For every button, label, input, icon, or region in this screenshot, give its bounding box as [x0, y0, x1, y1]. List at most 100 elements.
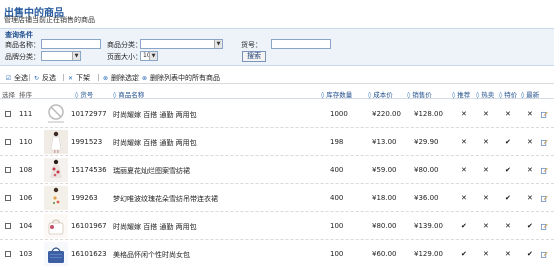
pagesize-select[interactable]: 10 ▼ — [140, 51, 158, 61]
unshelve-button[interactable]: ✕ 下架 — [67, 73, 90, 83]
sort-icon: ◊ — [368, 91, 372, 99]
row-price: ¥129.00 — [414, 250, 443, 258]
special-close-icon[interactable]: ✕ — [505, 251, 511, 258]
row-checkbox[interactable] — [5, 167, 11, 173]
special-close-icon[interactable]: ✕ — [505, 111, 511, 118]
hot-close-icon[interactable]: ✕ — [483, 139, 489, 146]
special-check-icon[interactable]: ✔ — [505, 167, 511, 174]
row-stock: 198 — [330, 138, 344, 146]
delete-icon: ⊗ — [102, 74, 109, 82]
product-thumbnail[interactable] — [44, 102, 68, 126]
recommend-check-icon[interactable]: ✔ — [461, 223, 467, 230]
new-close-icon[interactable]: ✕ — [527, 167, 533, 174]
col-name-label: 商品名称 — [118, 91, 145, 99]
edit-icon[interactable] — [541, 167, 548, 174]
hot-close-icon[interactable]: ✕ — [483, 111, 489, 118]
invert-button[interactable]: ↻ 反选 — [33, 73, 56, 83]
recommend-close-icon[interactable]: ✕ — [461, 111, 467, 118]
search-button[interactable]: 搜索 — [242, 51, 266, 62]
name-input[interactable] — [41, 39, 101, 49]
chevron-down-icon: ▼ — [72, 52, 80, 60]
new-close-icon[interactable]: ✕ — [527, 111, 533, 118]
sort-icon: ◊ — [521, 91, 525, 99]
recommend-close-icon[interactable]: ✕ — [461, 195, 467, 202]
select-all-button[interactable]: ☑ 全选 — [5, 73, 28, 83]
row-checkbox[interactable] — [5, 195, 11, 201]
delete-selected-button[interactable]: ⊗ 删除选定 — [102, 73, 139, 83]
row-order: 111 — [19, 110, 33, 118]
product-thumbnail[interactable] — [44, 214, 68, 238]
row-price: ¥80.00 — [414, 166, 439, 174]
hot-close-icon[interactable]: ✕ — [483, 251, 489, 258]
col-price[interactable]: ◊ 销售价 — [407, 89, 432, 99]
row-checkbox[interactable] — [5, 251, 11, 257]
row-cost: ¥60.00 — [372, 250, 397, 258]
col-cost-label: 成本价 — [373, 91, 393, 99]
col-special[interactable]: ◊ 特价 — [499, 89, 517, 99]
col-recommend-label: 推荐 — [457, 91, 471, 99]
row-checkbox[interactable] — [5, 223, 11, 229]
product-thumbnail[interactable] — [44, 158, 68, 182]
row-code: 15174536 — [71, 166, 107, 174]
product-thumbnail[interactable] — [44, 130, 68, 154]
col-stock-label: 库存数量 — [326, 91, 353, 99]
row-stock: 100 — [330, 222, 344, 230]
row-checkbox[interactable] — [5, 139, 11, 145]
table-row: 110 1991523 时尚耀嫁 百搭 通勤 两用包 198 ¥13.00 ¥29.90 ✕… — [0, 129, 554, 156]
code-input[interactable] — [271, 39, 331, 49]
sort-icon: ◊ — [407, 91, 411, 99]
sort-icon: ◊ — [476, 91, 480, 99]
row-name[interactable]: 梦幻唯波纹瑰花朵雪纺吊带连衣裙 — [113, 194, 218, 204]
edit-icon[interactable] — [541, 223, 548, 230]
delete-all-button[interactable]: ⊗ 删除列表中的所有商品 — [141, 73, 220, 83]
category-select[interactable]: ▼ — [140, 39, 223, 49]
category-label: 商品分类： — [107, 41, 142, 49]
col-new-label: 最新 — [526, 91, 540, 99]
col-order: 排序 — [19, 91, 32, 99]
product-thumbnail[interactable] — [44, 242, 68, 266]
recommend-close-icon[interactable]: ✕ — [461, 139, 467, 146]
brand-select[interactable]: ▼ — [41, 51, 81, 61]
delete-selected-label: 删除选定 — [111, 74, 139, 82]
row-name[interactable]: 时尚耀嫁 百搭 通勤 两用包 — [113, 110, 197, 120]
col-cost[interactable]: ◊ 成本价 — [368, 89, 393, 99]
special-check-icon[interactable]: ✔ — [505, 139, 511, 146]
edit-icon[interactable] — [541, 139, 548, 146]
special-close-icon[interactable]: ✕ — [505, 223, 511, 230]
hot-close-icon[interactable]: ✕ — [483, 223, 489, 230]
edit-icon[interactable] — [541, 111, 548, 118]
hot-close-icon[interactable]: ✕ — [483, 167, 489, 174]
product-thumbnail[interactable] — [44, 186, 68, 210]
row-name[interactable]: 美格品怀闲个性时尚女包 — [113, 250, 190, 260]
col-new[interactable]: ◊ 最新 — [521, 89, 539, 99]
edit-icon[interactable] — [541, 195, 548, 202]
hot-close-icon[interactable]: ✕ — [483, 195, 489, 202]
col-recommend[interactable]: ◊ 推荐 — [452, 89, 470, 99]
chevron-down-icon: ▼ — [214, 40, 222, 48]
table-header: 选择 排序 ◊ 货号 ◊ 商品名称 ◊ 库存数量 ◊ 成本价 ◊ 销售价 ◊ 推… — [0, 87, 554, 99]
row-name[interactable]: 瑞丽夏花灿烂图案雪纺裙 — [113, 166, 190, 176]
col-hot[interactable]: ◊ 热卖 — [476, 89, 494, 99]
recommend-close-icon[interactable]: ✕ — [461, 167, 467, 174]
row-cost: ¥13.00 — [372, 138, 397, 146]
new-check-icon[interactable]: ✔ — [527, 251, 533, 258]
row-code: 1991523 — [71, 138, 103, 146]
refresh-icon: ↻ — [33, 74, 40, 82]
new-check-icon[interactable]: ✔ — [527, 223, 533, 230]
row-checkbox[interactable] — [5, 111, 11, 117]
recommend-check-icon[interactable]: ✔ — [461, 251, 467, 258]
new-close-icon[interactable]: ✕ — [527, 139, 533, 146]
edit-icon[interactable] — [541, 251, 548, 258]
col-stock[interactable]: ◊ 库存数量 — [321, 89, 352, 99]
row-name[interactable]: 时尚耀嫁 百搭 通勤 两用包 — [113, 222, 197, 232]
toolbar: ☑ 全选 ↻ 反选 ✕ 下架 ⊗ 删除选定 ⊗ 删除列表中的所有商品 — [0, 71, 554, 84]
col-name[interactable]: ◊ 商品名称 — [113, 89, 144, 99]
col-hot-label: 热卖 — [481, 91, 495, 99]
row-order: 108 — [19, 166, 33, 174]
col-code[interactable]: ◊ 货号 — [75, 89, 93, 99]
row-order: 110 — [19, 138, 33, 146]
page-header: 出售中的商品 管理店铺当前正在销售的商品 — [0, 0, 554, 26]
row-name[interactable]: 时尚耀嫁 百搭 通勤 两用包 — [113, 138, 197, 148]
new-close-icon[interactable]: ✕ — [527, 195, 533, 202]
special-check-icon[interactable]: ✔ — [505, 195, 511, 202]
